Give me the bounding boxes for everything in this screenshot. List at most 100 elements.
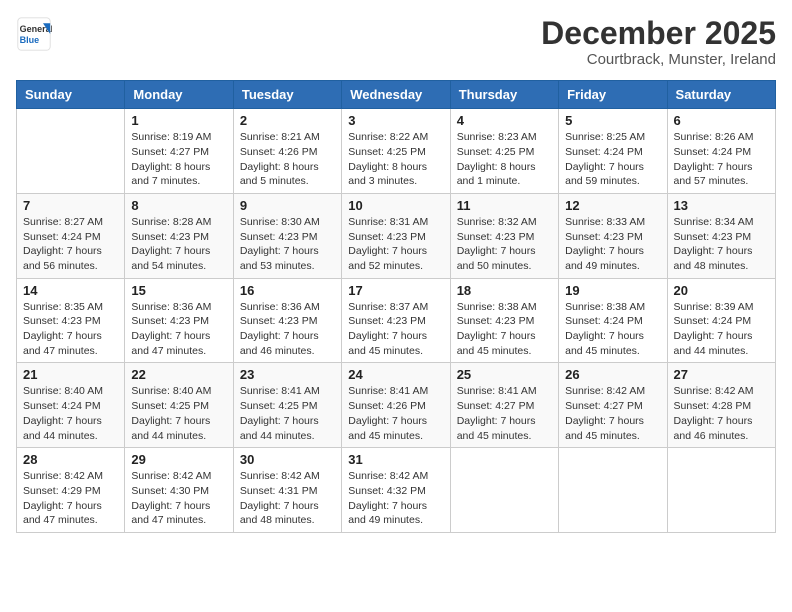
day-info: Sunrise: 8:39 AMSunset: 4:24 PMDaylight:… (674, 300, 769, 359)
day-info: Sunrise: 8:31 AMSunset: 4:23 PMDaylight:… (348, 215, 443, 274)
calendar-cell: 13 Sunrise: 8:34 AMSunset: 4:23 PMDayligh… (667, 193, 775, 278)
day-info: Sunrise: 8:27 AMSunset: 4:24 PMDaylight:… (23, 215, 118, 274)
day-number: 24 (348, 367, 443, 382)
calendar-cell: 26 Sunrise: 8:42 AMSunset: 4:27 PMDayligh… (559, 363, 667, 448)
weekday-header-tuesday: Tuesday (233, 81, 341, 109)
day-info: Sunrise: 8:38 AMSunset: 4:23 PMDaylight:… (457, 300, 552, 359)
calendar-cell: 18Sunrise: 8:38 AMSunset: 4:23 PMDayligh… (450, 278, 558, 363)
calendar-cell: 27 Sunrise: 8:42 AMSunset: 4:28 PMDayligh… (667, 363, 775, 448)
day-info: Sunrise: 8:41 AMSunset: 4:25 PMDaylight:… (240, 384, 335, 443)
logo-icon: General Blue (16, 16, 52, 52)
calendar-cell: 11 Sunrise: 8:32 AMSunset: 4:23 PMDayligh… (450, 193, 558, 278)
weekday-header-friday: Friday (559, 81, 667, 109)
day-info: Sunrise: 8:42 AMSunset: 4:31 PMDaylight:… (240, 469, 335, 528)
day-number: 1 (131, 113, 226, 128)
calendar-week-row: 1 Sunrise: 8:19 AMSunset: 4:27 PMDaylight… (17, 109, 776, 194)
day-number: 14 (23, 283, 118, 298)
calendar-cell (450, 448, 558, 533)
day-info: Sunrise: 8:21 AMSunset: 4:26 PMDaylight:… (240, 130, 335, 189)
day-info: Sunrise: 8:42 AMSunset: 4:30 PMDaylight:… (131, 469, 226, 528)
weekday-header-saturday: Saturday (667, 81, 775, 109)
day-number: 10 (348, 198, 443, 213)
calendar-cell: 5Sunrise: 8:25 AMSunset: 4:24 PMDaylight… (559, 109, 667, 194)
day-info: Sunrise: 8:42 AMSunset: 4:29 PMDaylight:… (23, 469, 118, 528)
calendar-cell: 31Sunrise: 8:42 AMSunset: 4:32 PMDayligh… (342, 448, 450, 533)
day-number: 27 (674, 367, 769, 382)
calendar-cell: 3Sunrise: 8:22 AMSunset: 4:25 PMDaylight… (342, 109, 450, 194)
day-info: Sunrise: 8:32 AMSunset: 4:23 PMDaylight:… (457, 215, 552, 274)
calendar-week-row: 14 Sunrise: 8:35 AMSunset: 4:23 PMDayligh… (17, 278, 776, 363)
page-header: General Blue December 2025 Courtbrack, M… (16, 16, 776, 68)
day-info: Sunrise: 8:19 AMSunset: 4:27 PMDaylight:… (131, 130, 226, 189)
day-info: Sunrise: 8:41 AMSunset: 4:26 PMDaylight:… (348, 384, 443, 443)
day-number: 26 (565, 367, 660, 382)
day-number: 4 (457, 113, 552, 128)
calendar-cell: 25 Sunrise: 8:41 AMSunset: 4:27 PMDayligh… (450, 363, 558, 448)
day-number: 9 (240, 198, 335, 213)
location: Courtbrack, Munster, Ireland (541, 51, 776, 68)
title-block: December 2025 Courtbrack, Munster, Irela… (541, 16, 776, 68)
svg-text:Blue: Blue (20, 35, 40, 45)
calendar-cell (667, 448, 775, 533)
calendar-cell: 14 Sunrise: 8:35 AMSunset: 4:23 PMDayligh… (17, 278, 125, 363)
calendar-cell: 7 Sunrise: 8:27 AMSunset: 4:24 PMDaylight… (17, 193, 125, 278)
day-info: Sunrise: 8:42 AMSunset: 4:27 PMDaylight:… (565, 384, 660, 443)
day-info: Sunrise: 8:38 AMSunset: 4:24 PMDaylight:… (565, 300, 660, 359)
day-info: Sunrise: 8:33 AMSunset: 4:23 PMDaylight:… (565, 215, 660, 274)
day-info: Sunrise: 8:40 AMSunset: 4:24 PMDaylight:… (23, 384, 118, 443)
calendar-week-row: 28Sunrise: 8:42 AMSunset: 4:29 PMDayligh… (17, 448, 776, 533)
calendar-cell: 23 Sunrise: 8:41 AMSunset: 4:25 PMDayligh… (233, 363, 341, 448)
calendar-cell: 16Sunrise: 8:36 AMSunset: 4:23 PMDayligh… (233, 278, 341, 363)
day-info: Sunrise: 8:34 AMSunset: 4:23 PMDaylight:… (674, 215, 769, 274)
calendar-cell: 19 Sunrise: 8:38 AMSunset: 4:24 PMDayligh… (559, 278, 667, 363)
month-title: December 2025 (541, 16, 776, 51)
calendar-cell: 30 Sunrise: 8:42 AMSunset: 4:31 PMDayligh… (233, 448, 341, 533)
calendar-cell: 12 Sunrise: 8:33 AMSunset: 4:23 PMDayligh… (559, 193, 667, 278)
day-info: Sunrise: 8:36 AMSunset: 4:23 PMDaylight:… (240, 300, 335, 359)
day-number: 15 (131, 283, 226, 298)
day-number: 8 (131, 198, 226, 213)
day-number: 29 (131, 452, 226, 467)
day-info: Sunrise: 8:42 AMSunset: 4:32 PMDaylight:… (348, 469, 443, 528)
day-info: Sunrise: 8:41 AMSunset: 4:27 PMDaylight:… (457, 384, 552, 443)
calendar-cell: 15 Sunrise: 8:36 AMSunset: 4:23 PMDayligh… (125, 278, 233, 363)
weekday-header-wednesday: Wednesday (342, 81, 450, 109)
day-number: 13 (674, 198, 769, 213)
day-number: 22 (131, 367, 226, 382)
weekday-header-thursday: Thursday (450, 81, 558, 109)
calendar-cell (559, 448, 667, 533)
calendar-cell: 1 Sunrise: 8:19 AMSunset: 4:27 PMDaylight… (125, 109, 233, 194)
calendar-cell: 20 Sunrise: 8:39 AMSunset: 4:24 PMDayligh… (667, 278, 775, 363)
day-number: 21 (23, 367, 118, 382)
day-number: 2 (240, 113, 335, 128)
day-info: Sunrise: 8:22 AMSunset: 4:25 PMDaylight:… (348, 130, 443, 189)
day-info: Sunrise: 8:42 AMSunset: 4:28 PMDaylight:… (674, 384, 769, 443)
logo: General Blue (16, 16, 52, 52)
day-number: 19 (565, 283, 660, 298)
calendar-week-row: 21 Sunrise: 8:40 AMSunset: 4:24 PMDayligh… (17, 363, 776, 448)
day-number: 30 (240, 452, 335, 467)
day-info: Sunrise: 8:30 AMSunset: 4:23 PMDaylight:… (240, 215, 335, 274)
day-number: 12 (565, 198, 660, 213)
day-number: 23 (240, 367, 335, 382)
day-number: 11 (457, 198, 552, 213)
calendar-cell: 9 Sunrise: 8:30 AMSunset: 4:23 PMDaylight… (233, 193, 341, 278)
day-number: 20 (674, 283, 769, 298)
day-number: 17 (348, 283, 443, 298)
day-info: Sunrise: 8:36 AMSunset: 4:23 PMDaylight:… (131, 300, 226, 359)
day-number: 25 (457, 367, 552, 382)
calendar-cell: 4Sunrise: 8:23 AMSunset: 4:25 PMDaylight… (450, 109, 558, 194)
calendar-cell: 2 Sunrise: 8:21 AMSunset: 4:26 PMDaylight… (233, 109, 341, 194)
calendar-cell: 21 Sunrise: 8:40 AMSunset: 4:24 PMDayligh… (17, 363, 125, 448)
calendar-cell: 8Sunrise: 8:28 AMSunset: 4:23 PMDaylight… (125, 193, 233, 278)
calendar-cell (17, 109, 125, 194)
day-info: Sunrise: 8:25 AMSunset: 4:24 PMDaylight:… (565, 130, 660, 189)
calendar-cell: 28Sunrise: 8:42 AMSunset: 4:29 PMDayligh… (17, 448, 125, 533)
calendar-table: SundayMondayTuesdayWednesdayThursdayFrid… (16, 80, 776, 533)
calendar-cell: 17Sunrise: 8:37 AMSunset: 4:23 PMDayligh… (342, 278, 450, 363)
calendar-cell: 22Sunrise: 8:40 AMSunset: 4:25 PMDayligh… (125, 363, 233, 448)
day-number: 7 (23, 198, 118, 213)
calendar-week-row: 7 Sunrise: 8:27 AMSunset: 4:24 PMDaylight… (17, 193, 776, 278)
weekday-header-row: SundayMondayTuesdayWednesdayThursdayFrid… (17, 81, 776, 109)
day-info: Sunrise: 8:35 AMSunset: 4:23 PMDaylight:… (23, 300, 118, 359)
